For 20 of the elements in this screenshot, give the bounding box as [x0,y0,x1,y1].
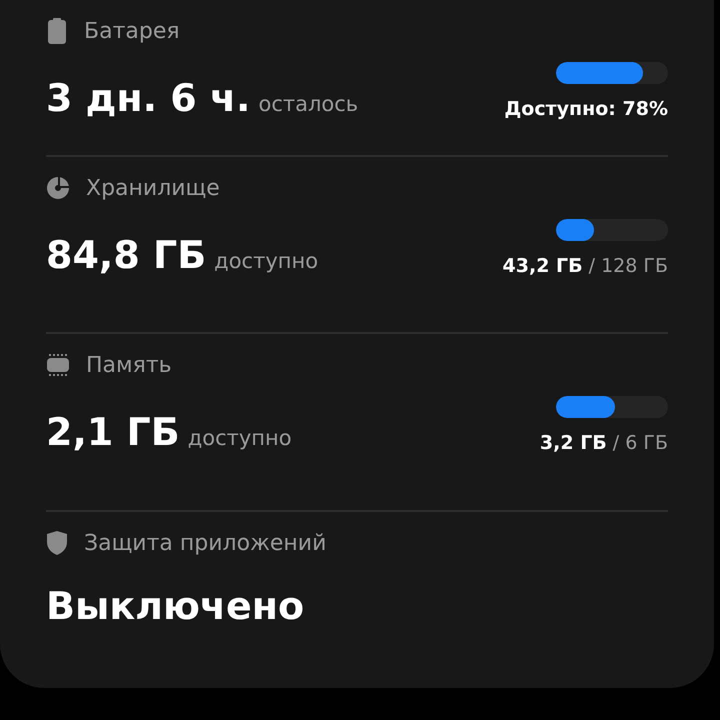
value-suffix: доступно [188,426,292,450]
value-suffix: осталось [258,92,358,116]
value-text: 2,1 ГБ [46,410,180,454]
battery-icon [46,18,68,44]
section-label: Защита приложений [84,530,326,556]
pie-chart-icon [46,176,70,200]
usage-text: 3,2 ГБ [540,432,607,454]
status-text: Выключено [46,584,304,628]
shield-icon [46,531,68,555]
section-label: Батарея [84,18,180,44]
value-text: 3 дн. 6 ч. [46,76,250,120]
usage-text: Доступно: 78% [504,98,668,120]
section-label: Хранилище [86,176,220,200]
total-text: / 6 ГБ [612,432,668,454]
usage-text: 43,2 ГБ [502,255,583,277]
value-suffix: доступно [214,249,318,273]
chip-icon [46,353,70,377]
value-text: 84,8 ГБ [46,233,206,277]
section-label: Память [86,352,172,378]
total-text: / 128 ГБ [588,255,668,277]
